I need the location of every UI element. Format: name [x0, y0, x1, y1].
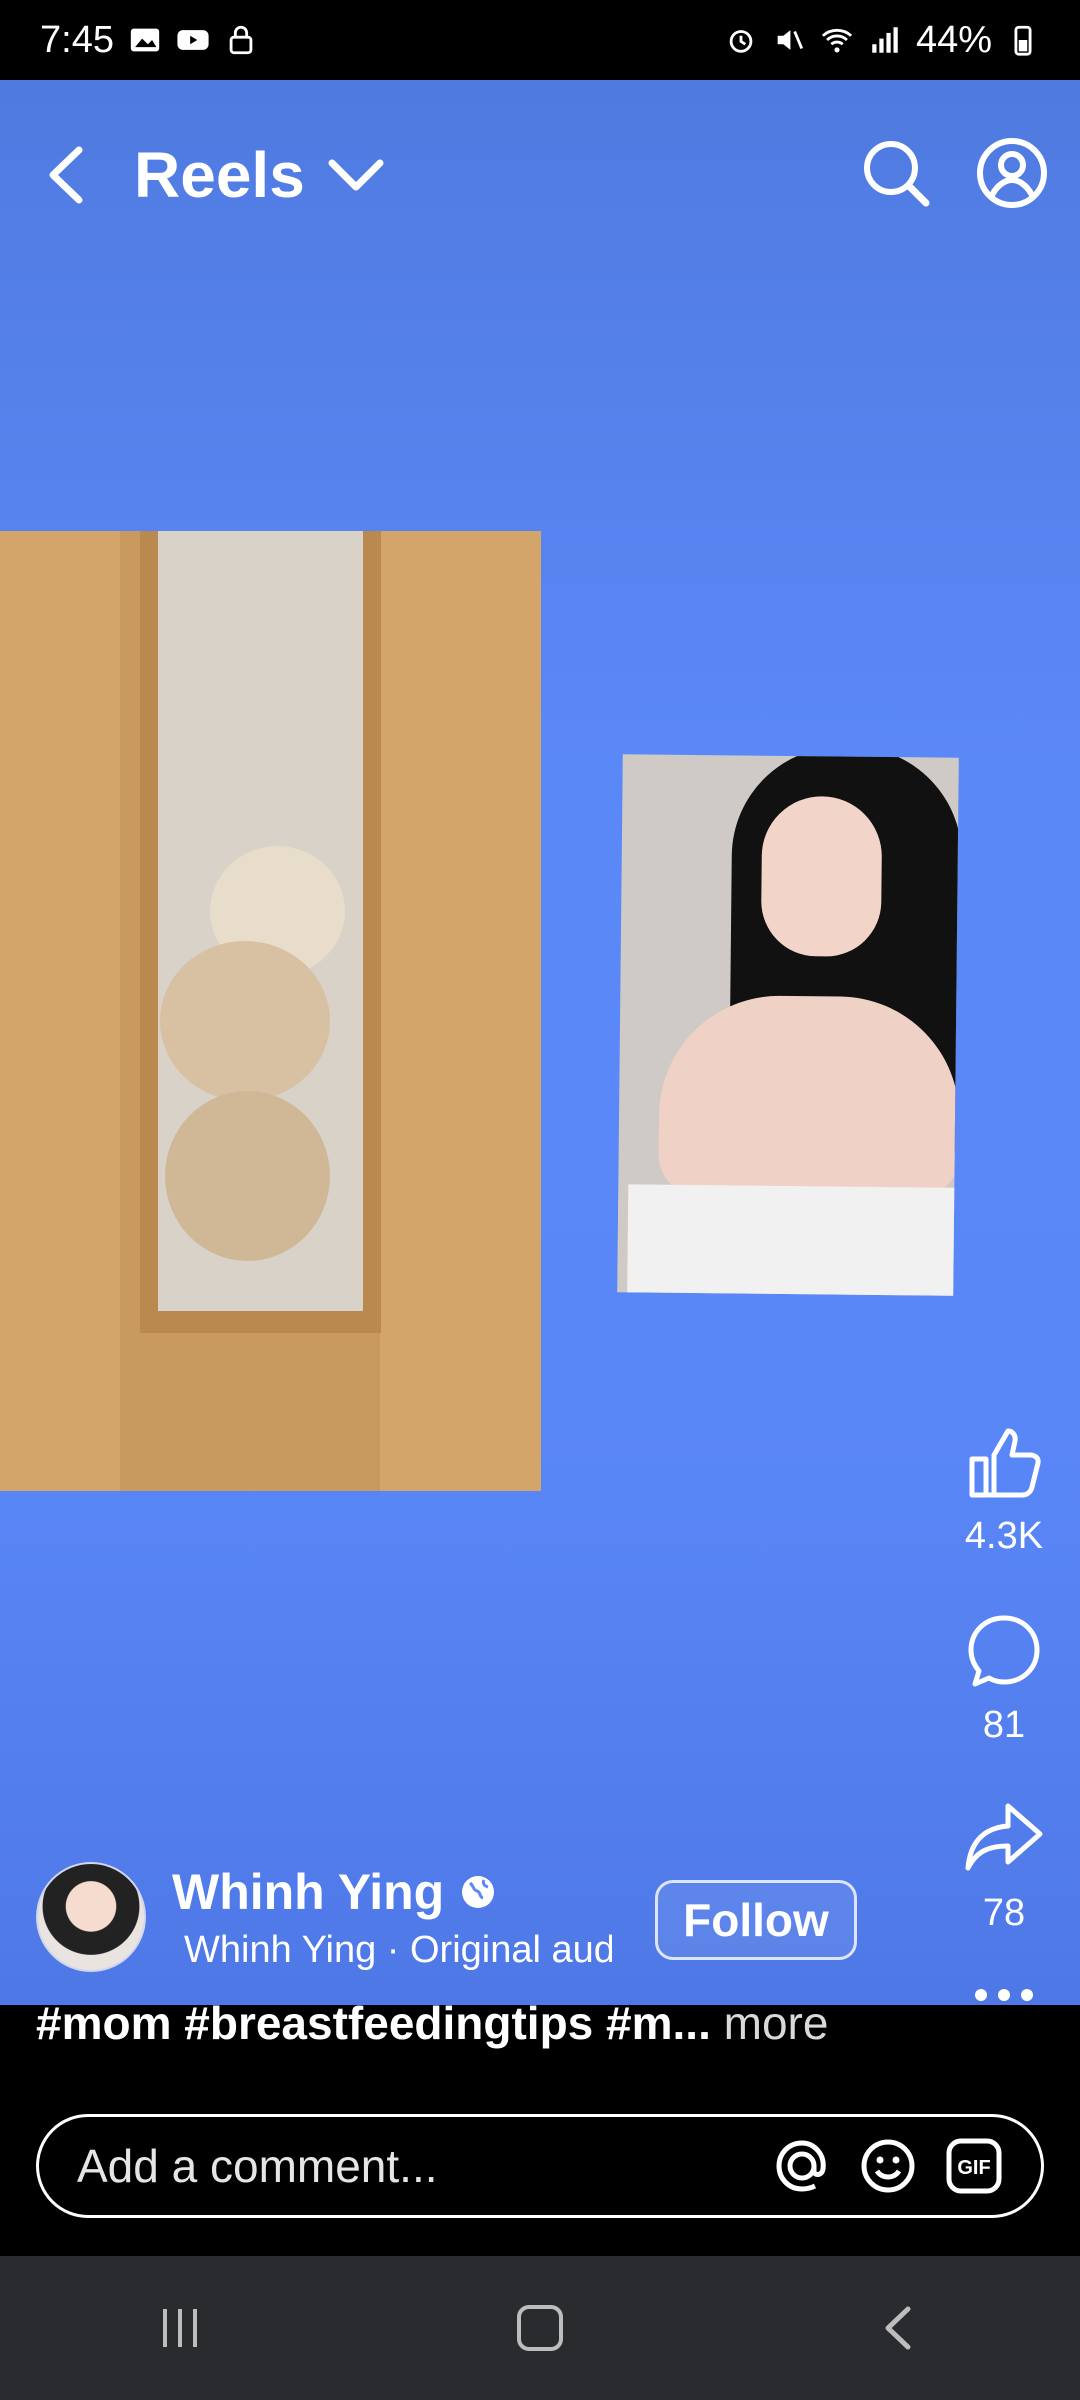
globe-icon [462, 1875, 495, 1908]
status-bar: 7:45 44% [0, 0, 1080, 80]
svg-text:GIF: GIF [957, 2157, 990, 2179]
follow-button[interactable]: Follow [655, 1880, 857, 1960]
comment-input[interactable]: Add a comment... GIF [36, 2114, 1044, 2218]
reel-video[interactable]: Reels 4.3K 81 78 Whinh Ying Whinh Ying ·… [0, 80, 1080, 2005]
mute-icon [777, 30, 803, 50]
battery-icon [1014, 25, 1032, 56]
author-block: Whinh Ying Whinh Ying · Original audio [36, 1862, 612, 1972]
profile-icon [977, 138, 1047, 208]
chevron-down-icon[interactable] [327, 155, 385, 195]
share-action[interactable]: 78 [954, 1798, 1054, 1935]
profile-button[interactable] [974, 135, 1050, 211]
comment-placeholder: Add a comment... [77, 2140, 438, 2192]
caption-hashtags: #mom #breastfeedingtips #m... [36, 1997, 711, 2049]
like-action[interactable]: 4.3K [954, 1425, 1054, 1558]
back-nav-icon[interactable] [873, 2301, 927, 2355]
gallery-icon [130, 28, 160, 52]
search-button[interactable] [858, 135, 934, 211]
cat-image [160, 941, 330, 1101]
signal-icon [872, 27, 898, 53]
battery-level: 44% [915, 18, 992, 61]
more-horizontal-icon [975, 1989, 1033, 2001]
comment-icon [968, 1615, 1040, 1687]
share-count: 78 [982, 1892, 1026, 1934]
youtube-icon [177, 30, 209, 50]
share-icon [965, 1803, 1043, 1871]
comment-count: 81 [982, 1704, 1026, 1746]
wifi-icon [821, 28, 853, 53]
page-title[interactable]: Reels [134, 138, 305, 212]
lock-icon [229, 25, 253, 55]
mention-icon[interactable] [773, 2137, 831, 2195]
back-button[interactable] [30, 137, 106, 213]
cat-image [165, 1091, 330, 1261]
clock: 7:45 [40, 18, 114, 61]
caption-more-link[interactable]: more [724, 1997, 829, 2049]
author-name[interactable]: Whinh Ying [172, 1863, 444, 1921]
cats-video-frame [0, 531, 541, 1491]
system-navigation-bar [0, 2256, 1080, 2400]
search-icon [864, 141, 930, 207]
recent-apps-icon[interactable] [153, 2301, 207, 2355]
like-count: 4.3K [964, 1515, 1044, 1557]
audio-link[interactable]: Whinh Ying · Original audio [172, 1929, 612, 1972]
alarm-icon [729, 30, 753, 53]
comment-action[interactable]: 81 [954, 1612, 1054, 1747]
emoji-icon[interactable] [859, 2137, 917, 2195]
person-video-frame [617, 754, 959, 1296]
thumbs-up-icon [969, 1428, 1041, 1498]
home-icon[interactable] [513, 2301, 567, 2355]
audio-text: Whinh Ying · Original audio [184, 1928, 612, 1971]
back-arrow-icon [49, 146, 83, 204]
caption[interactable]: #mom #breastfeedingtips #m... more [36, 1996, 956, 2050]
avatar[interactable] [36, 1862, 146, 1972]
more-options-button[interactable] [954, 1988, 1054, 2002]
gif-icon[interactable]: GIF [945, 2137, 1003, 2195]
